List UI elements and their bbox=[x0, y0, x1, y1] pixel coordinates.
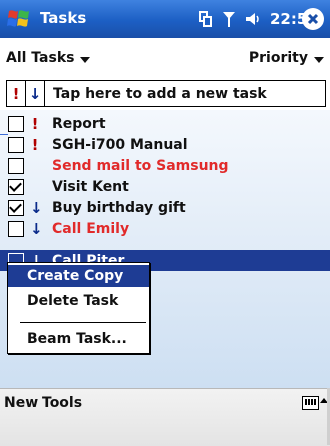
sort-dropdown[interactable]: Priority bbox=[249, 50, 324, 66]
new-task-input[interactable] bbox=[45, 81, 325, 106]
task-title: Report bbox=[52, 115, 106, 132]
delete-task-menu-item[interactable]: Delete Task bbox=[8, 290, 149, 312]
low-priority-icon: ↓ bbox=[30, 198, 43, 217]
signal-icon[interactable] bbox=[220, 10, 238, 28]
close-icon[interactable] bbox=[302, 8, 324, 30]
task-checkbox[interactable] bbox=[8, 220, 24, 237]
task-checkbox[interactable] bbox=[8, 199, 24, 216]
sort-label: Priority bbox=[248, 50, 308, 66]
list-item[interactable]: Send mail to Samsung bbox=[0, 155, 330, 176]
menu-item-label: Beam Task... bbox=[27, 331, 127, 347]
task-checkbox[interactable] bbox=[8, 157, 24, 174]
task-title: Call Emily bbox=[52, 220, 130, 237]
low-priority-button[interactable]: ↓ bbox=[26, 81, 45, 106]
task-title: Buy birthday gift bbox=[52, 199, 186, 216]
list-item[interactable]: Visit Kent bbox=[0, 176, 330, 197]
volume-icon[interactable] bbox=[244, 10, 262, 28]
create-copy-menu-item[interactable]: Create Copy bbox=[8, 265, 149, 287]
keyboard-icon[interactable] bbox=[302, 396, 319, 410]
category-dropdown[interactable]: All Tasks bbox=[6, 50, 91, 66]
high-priority-icon: ! bbox=[31, 135, 39, 154]
menu-item-label: Create Copy bbox=[27, 268, 124, 284]
task-checkbox[interactable] bbox=[8, 136, 24, 153]
menu-separator bbox=[20, 322, 146, 323]
list-item[interactable]: ! Report bbox=[0, 113, 330, 134]
chevron-down-icon bbox=[314, 57, 324, 63]
new-task-entry-bar: ! ↓ bbox=[6, 80, 326, 107]
list-item[interactable]: ! SGH-i700 Manual bbox=[0, 134, 330, 155]
connectivity-icon[interactable] bbox=[196, 10, 214, 28]
menu-item-label: Delete Task bbox=[27, 293, 119, 309]
low-priority-icon: ↓ bbox=[30, 219, 43, 238]
title-bar: Tasks 22:59 bbox=[0, 0, 330, 38]
menu-bar: New Tools bbox=[0, 388, 330, 446]
filter-bar: All Tasks Priority bbox=[0, 44, 330, 76]
list-item[interactable]: ↓ Call Emily bbox=[0, 218, 330, 239]
beam-task-menu-item[interactable]: Beam Task... bbox=[8, 328, 149, 350]
category-label: All Tasks bbox=[6, 50, 75, 66]
new-menu[interactable]: New bbox=[4, 395, 38, 411]
context-menu: Create Copy Delete Task Beam Task... bbox=[7, 262, 150, 354]
task-title: Send mail to Samsung bbox=[52, 157, 229, 174]
high-priority-button[interactable]: ! bbox=[7, 81, 26, 106]
high-priority-icon: ! bbox=[31, 114, 39, 133]
task-checkbox[interactable] bbox=[8, 178, 24, 195]
task-checkbox[interactable] bbox=[8, 115, 24, 132]
task-title: SGH-i700 Manual bbox=[52, 136, 188, 153]
windows-start-icon[interactable] bbox=[6, 7, 32, 31]
task-title: Visit Kent bbox=[52, 178, 129, 195]
list-item[interactable]: ↓ Buy birthday gift bbox=[0, 197, 330, 218]
connector-line bbox=[0, 134, 8, 135]
app-title: Tasks bbox=[40, 9, 87, 27]
tools-menu[interactable]: Tools bbox=[42, 395, 82, 411]
chevron-down-icon bbox=[80, 57, 91, 63]
